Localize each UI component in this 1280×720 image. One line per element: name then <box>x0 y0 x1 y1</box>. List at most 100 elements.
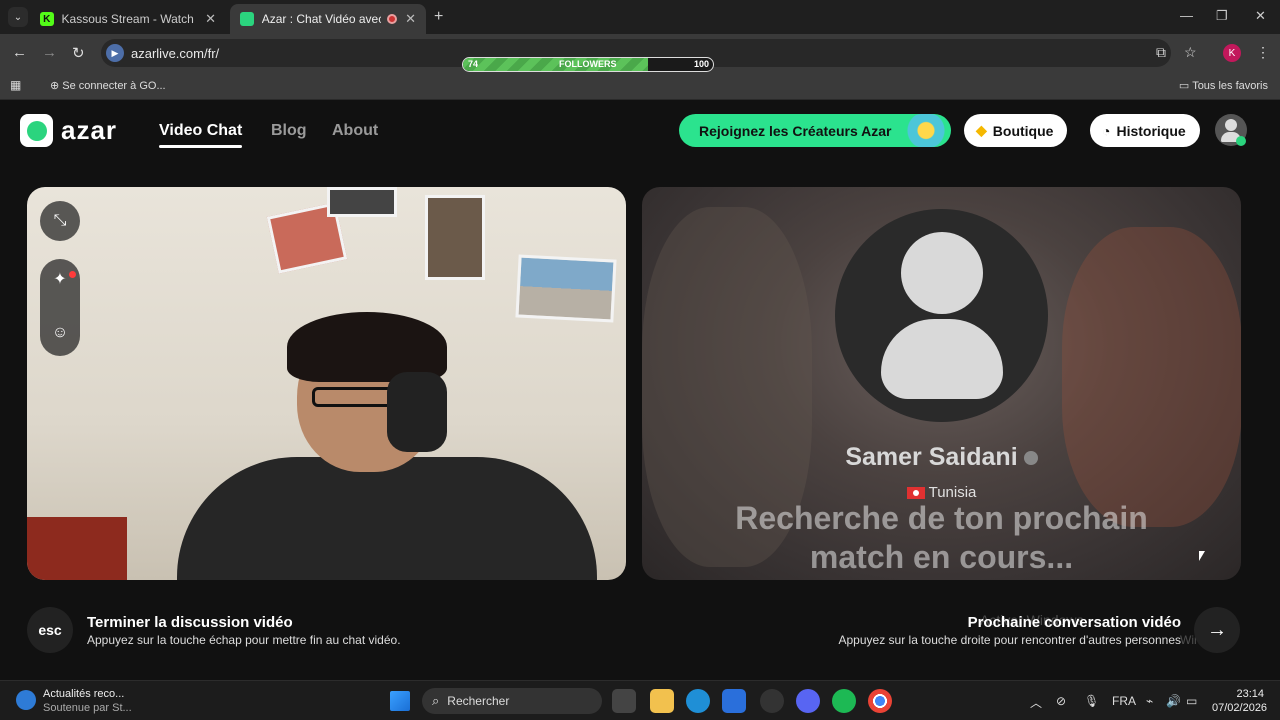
close-window-icon[interactable]: ✕ <box>1255 8 1266 24</box>
battery-icon[interactable]: ▭ <box>1186 694 1197 708</box>
clock-icon: ◔ <box>1102 122 1111 139</box>
url-text[interactable]: azarlive.com/fr/ <box>131 46 219 61</box>
person-headset <box>387 372 447 452</box>
back-icon[interactable]: ← <box>12 44 27 61</box>
weather-news-icon[interactable] <box>16 690 36 710</box>
followers-label: FOLLOWERS <box>559 59 617 69</box>
new-tab-button[interactable]: + <box>434 8 443 26</box>
clock-date: 07/02/2026 <box>1212 702 1268 714</box>
effects-control-group: ✦ ☺ <box>40 259 80 356</box>
end-chat-button[interactable]: esc <box>27 607 73 653</box>
remote-name-text: Samer Saidani <box>845 443 1018 471</box>
next-chat-hint: Appuyez sur la touche droite pour rencon… <box>838 633 1182 647</box>
chrome-icon[interactable] <box>868 689 892 713</box>
forward-icon[interactable]: → <box>42 44 57 61</box>
shop-button[interactable]: ◆ Boutique <box>964 114 1068 147</box>
searching-line2: match en cours... <box>809 539 1074 575</box>
next-chat-button[interactable]: → <box>1194 607 1240 653</box>
mouse-cursor-icon <box>1199 551 1205 561</box>
creators-button-label: Rejoignez les Créateurs Azar <box>699 122 892 139</box>
wall-poster <box>425 195 485 280</box>
history-button[interactable]: ◔ Historique <box>1090 114 1200 147</box>
windows-start-icon[interactable] <box>390 691 410 711</box>
shrink-icon[interactable]: ⤡ <box>40 201 80 241</box>
task-view-icon[interactable] <box>612 689 636 713</box>
verified-shield-icon <box>1023 451 1038 466</box>
bookmark-item[interactable]: ⊕ Se connecter à GO... <box>50 79 166 92</box>
followers-goal: 100 <box>694 59 710 69</box>
magic-wand-icon[interactable]: ✦ <box>40 259 80 299</box>
restore-icon[interactable]: ❐ <box>1216 8 1228 24</box>
online-badge <box>1236 136 1246 146</box>
tab-azar[interactable]: Azar : Chat Vidéo avec de n ✕ <box>230 4 426 34</box>
azar-page: azar Video Chat Blog About Rejoignez les… <box>0 100 1280 680</box>
system-clock[interactable]: 23:14 07/02/2026 <box>1212 687 1268 715</box>
all-bookmarks[interactable]: ▭ Tous les favoris <box>1179 79 1268 92</box>
end-chat-hint: Appuyez sur la touche échap pour mettre … <box>87 633 401 647</box>
clock-time: 23:14 <box>1236 688 1264 700</box>
azar-logo-icon <box>20 114 53 147</box>
tab-kassous[interactable]: K Kassous Stream - Watch Live on ✕ <box>30 4 226 34</box>
language-indicator[interactable]: FRA <box>1112 694 1136 708</box>
tray-chevron-icon[interactable]: ︿ <box>1030 694 1042 711</box>
followers-goal-bar: 74 FOLLOWERS 100 <box>462 57 714 72</box>
wifi-icon[interactable]: ⌁ <box>1146 694 1153 708</box>
windows-taskbar: Actualités reco... Soutenue par St... ⌕ R… <box>0 680 1280 720</box>
app-icon[interactable] <box>760 689 784 713</box>
remote-user-name: Samer Saidani <box>642 443 1241 472</box>
tunisia-flag-icon <box>906 487 925 500</box>
store-icon[interactable] <box>722 689 746 713</box>
nav-blog[interactable]: Blog <box>271 122 307 140</box>
search-placeholder: Rechercher <box>447 694 510 708</box>
azar-favicon-icon <box>240 12 254 26</box>
spotify-icon[interactable] <box>832 689 856 713</box>
end-chat-title: Terminer la discussion vidéo <box>87 614 293 631</box>
searching-line1: Recherche de ton prochain <box>735 500 1148 536</box>
azar-logo[interactable]: azar <box>20 114 117 147</box>
close-tab-icon[interactable]: ✕ <box>205 11 216 27</box>
notification-dot <box>69 271 76 278</box>
all-bookmarks-label: Tous les favoris <box>1192 80 1268 92</box>
profile-avatar[interactable]: K <box>1223 44 1241 62</box>
followers-progress-fill <box>463 58 648 71</box>
volume-icon[interactable]: 🔊 <box>1166 694 1181 708</box>
reload-icon[interactable]: ↻ <box>72 44 85 62</box>
network-off-icon[interactable]: ⊘ <box>1056 694 1066 708</box>
file-explorer-icon[interactable] <box>650 689 674 713</box>
searching-message: Recherche de ton prochain match en cours… <box>642 499 1241 577</box>
edge-icon[interactable] <box>686 689 710 713</box>
face-filter-icon[interactable]: ☺ <box>40 313 80 353</box>
install-app-icon[interactable]: ⧉ <box>1156 44 1166 61</box>
discord-icon[interactable] <box>796 689 820 713</box>
next-chat-title: Prochaine conversation vidéo <box>967 614 1181 631</box>
news-widget-sub: Soutenue par St... <box>43 702 132 714</box>
creators-illustration-icon <box>905 114 947 147</box>
nav-about[interactable]: About <box>332 122 378 140</box>
minimize-icon[interactable]: — <box>1180 8 1193 23</box>
microphone-icon[interactable]: 🎙 <box>1084 694 1099 708</box>
bookmark-label: Se connecter à GO... <box>62 80 166 92</box>
history-label: Historique <box>1116 122 1186 139</box>
join-creators-button[interactable]: Rejoignez les Créateurs Azar <box>679 114 951 147</box>
tab-title: Kassous Stream - Watch Live on <box>61 12 198 26</box>
apps-grid-icon[interactable]: ▦ <box>10 78 21 92</box>
gem-icon: ◆ <box>976 122 987 138</box>
person-body <box>177 457 597 580</box>
local-video-panel <box>27 187 626 580</box>
more-menu-icon[interactable]: ⋮ <box>1256 44 1270 61</box>
minimize-view-control[interactable]: ⤡ <box>40 201 80 241</box>
car-photo <box>515 254 617 323</box>
search-icon: ⌕ <box>432 693 440 708</box>
taskbar-search[interactable]: ⌕ Rechercher <box>422 688 602 714</box>
site-info-icon[interactable]: ▶ <box>106 44 124 62</box>
tab-search-chevron-icon[interactable]: ⌄ <box>8 7 28 27</box>
remote-user-avatar-icon <box>835 209 1048 422</box>
news-widget-title[interactable]: Actualités reco... <box>43 688 124 700</box>
close-tab-icon[interactable]: ✕ <box>405 11 416 27</box>
nav-video-chat[interactable]: Video Chat <box>159 122 243 148</box>
bookmarks-bar: ▦ ⊕ Se connecter à GO... ▭ Tous les favo… <box>0 72 1280 100</box>
followers-current: 74 <box>468 59 479 69</box>
browser-tabstrip: ⌄ K Kassous Stream - Watch Live on ✕ Aza… <box>0 0 1280 34</box>
blurred-background <box>1062 227 1241 527</box>
bookmark-star-icon[interactable]: ☆ <box>1184 44 1197 61</box>
